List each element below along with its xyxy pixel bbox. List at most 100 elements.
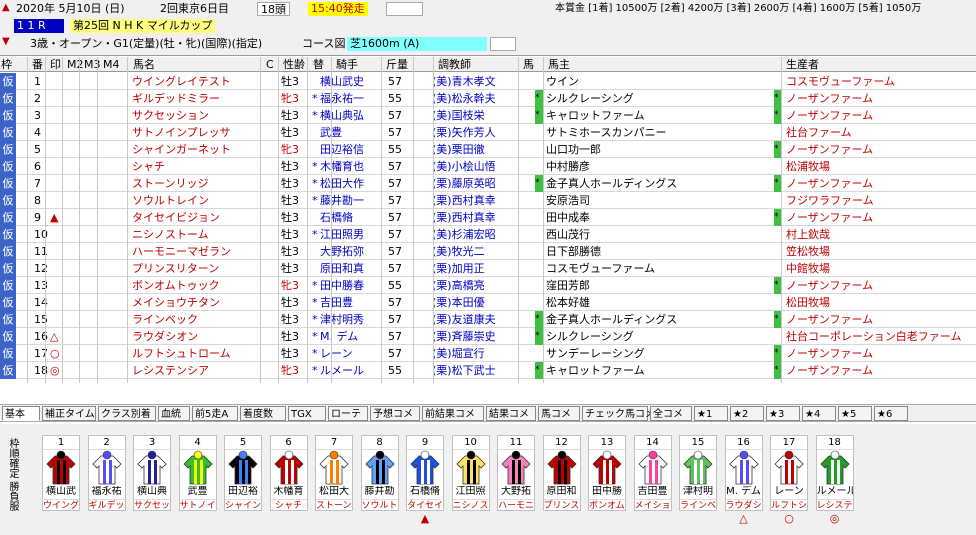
breeder[interactable]: 笠松牧場 [786, 243, 974, 260]
breeder[interactable]: ノーザンファーム [786, 345, 974, 362]
table-row[interactable]: 仮 2 ギルデッドミラー 牝3 * 福永祐一 55 (美)松永幹夫 * シルクレーシング * ノーザン… [0, 90, 976, 107]
tab-5[interactable]: 着度数 [240, 406, 286, 421]
column-header[interactable]: 調教師 [438, 57, 522, 72]
jockey-name[interactable]: 藤井勘一 [320, 192, 380, 209]
silk-card[interactable]: 4 武豊サトノイン [178, 435, 217, 511]
breeder[interactable]: ノーザンファーム [786, 362, 974, 379]
jockey-name[interactable]: 木幡育也 [320, 158, 380, 175]
horse-name[interactable]: メイショウチタン [132, 294, 260, 311]
tab-15[interactable]: ★2 [730, 406, 764, 421]
frame-cell[interactable]: 仮 [0, 107, 16, 124]
tab-17[interactable]: ★4 [802, 406, 836, 421]
breeder[interactable]: ノーザンファーム [786, 277, 974, 294]
trainer[interactable]: (美)松永幹夫 [432, 90, 520, 107]
silk-card[interactable]: 3 横山典サクセッシ [133, 435, 171, 511]
table-row[interactable]: 仮 7 ストーンリッジ 牡3 * 松田大作 57 (栗)藤原英昭 * 金子真人ホールディングス * ノ… [0, 175, 976, 192]
breeder[interactable]: ノーザンファーム [786, 107, 974, 124]
trainer[interactable]: (栗)高橋亮 [432, 277, 520, 294]
trainer[interactable]: (栗)西村真幸 [432, 192, 520, 209]
silk-card[interactable]: 15 津村明ラインベッ [679, 435, 717, 511]
frame-cell[interactable]: 仮 [0, 277, 16, 294]
table-row[interactable]: 仮 8 ソウルトレイン 牡3 * 藤井勘一 57 (栗)西村真幸 安原浩司 フジワラファーム [0, 192, 976, 209]
breeder[interactable]: ノーザンファーム [786, 175, 974, 192]
trainer[interactable]: (美)国枝栄 [432, 107, 520, 124]
silk-card[interactable]: 14 吉田豊メイショウ [633, 435, 672, 511]
silk-card[interactable]: 11 大野拓ハーモニー [497, 435, 535, 511]
owner[interactable]: 中村勝彦 [546, 158, 780, 175]
tab-12[interactable]: チェック馬コメ [582, 406, 655, 421]
tab-6[interactable]: TGX [288, 406, 326, 421]
column-header[interactable]: M3 [84, 57, 101, 72]
table-row[interactable]: 仮 13 ボンオムトゥック 牝3 * 田中勝春 55 (栗)高橋亮 窪田芳郎 * ノーザンファーム [0, 277, 976, 294]
owner[interactable]: ウイン [546, 73, 780, 90]
frame-cell[interactable]: 仮 [0, 294, 16, 311]
horse-name[interactable]: レシステンシア [132, 362, 260, 379]
column-header[interactable]: 馬名 [133, 57, 263, 72]
tab-14[interactable]: ★1 [694, 406, 728, 421]
owner[interactable]: 松本好雄 [546, 294, 780, 311]
table-row[interactable]: 仮 17 ○ ルフトシュトローム 牡3 * レーン 57 (美)堀宣行 サンデーレーシング * ノーザ… [0, 345, 976, 362]
table-row[interactable]: 仮 6 シャチ 牡3 * 木幡育也 57 (美)小桧山悟 中村勝彦 松浦牧場 [0, 158, 976, 175]
frame-cell[interactable]: 仮 [0, 141, 16, 158]
silk-card[interactable]: 2 福永祐ギルデッド [87, 435, 126, 511]
breeder[interactable]: ノーザンファーム [786, 209, 974, 226]
trainer[interactable]: (美)栗田徹 [432, 141, 520, 158]
owner[interactable]: 日下部勝德 [546, 243, 780, 260]
frame-cell[interactable]: 仮 [0, 243, 16, 260]
table-row[interactable]: 仮 3 サクセッション 牡3 * 横山典弘 57 (美)国枝栄 * キャロットファーム * ノーザンフ… [0, 107, 976, 124]
frame-cell[interactable]: 仮 [0, 73, 16, 90]
horse-name[interactable]: プリンスリターン [132, 260, 260, 277]
tab-0[interactable]: 基本 [2, 406, 40, 421]
breeder[interactable]: 社台ファーム [786, 124, 974, 141]
breeder[interactable]: 社台コーポレーション白老ファーム [786, 328, 974, 345]
tab-11[interactable]: 馬コメ [538, 406, 580, 421]
jockey-name[interactable]: レーン [320, 345, 380, 362]
jockey-name[interactable]: 原田和真 [320, 260, 380, 277]
tab-4[interactable]: 前5走A [192, 406, 238, 421]
jockey-name[interactable]: 松田大作 [320, 175, 380, 192]
table-row[interactable]: 仮 14 メイショウチタン 牡3 * 吉田豊 57 (栗)本田優 松本好雄 松田牧場 [0, 294, 976, 311]
owner[interactable]: 窪田芳郎 [546, 277, 780, 294]
breeder[interactable]: ノーザンファーム [786, 90, 974, 107]
silk-card[interactable]: 10 江田照ニシノスト [451, 435, 490, 511]
jockey-name[interactable]: 石橋脩 [320, 209, 380, 226]
trainer[interactable]: (美)杉浦宏昭 [432, 226, 520, 243]
breeder[interactable]: 村上欽哉 [786, 226, 974, 243]
jockey-name[interactable]: 福永祐一 [320, 90, 380, 107]
horse-name[interactable]: シャインガーネット [132, 141, 260, 158]
table-row[interactable]: 仮 9 ▲ タイセイビジョン 牡3 石橋脩 57 (栗)西村真幸 田中成奉 * ノーザンファーム [0, 209, 976, 226]
tab-3[interactable]: 血統 [158, 406, 190, 421]
owner[interactable]: 金子真人ホールディングス [546, 311, 780, 328]
tab-1[interactable]: 補正タイム [42, 406, 96, 421]
horse-name[interactable]: ラウダシオン [132, 328, 260, 345]
owner[interactable]: 金子真人ホールディングス [546, 175, 780, 192]
jockey-name[interactable]: 津村明秀 [320, 311, 380, 328]
frame-cell[interactable]: 仮 [0, 175, 16, 192]
trainer[interactable]: (美)小桧山悟 [432, 158, 520, 175]
next-race-arrow-icon[interactable]: ▼ [2, 36, 10, 48]
table-row[interactable]: 仮 1 ウイングレイテスト 牡3 横山武史 57 (美)青木孝文 ウイン コスモヴューファーム [0, 73, 976, 90]
tab-16[interactable]: ★3 [766, 406, 800, 421]
jockey-name[interactable]: 田辺裕信 [320, 141, 380, 158]
table-row[interactable]: 仮 12 プリンスリターン 牡3 原田和真 57 (栗)加用正 コスモヴューファーム 中館牧場 [0, 260, 976, 277]
silk-card[interactable]: 12 原田和プリンスリ [542, 435, 581, 511]
breeder[interactable]: コスモヴューファーム [786, 73, 974, 90]
silk-card[interactable]: 18 ルメールレシステン [815, 435, 854, 511]
frame-cell[interactable]: 仮 [0, 311, 16, 328]
horse-name[interactable]: ソウルトレイン [132, 192, 260, 209]
column-header[interactable]: 馬主 [548, 57, 783, 72]
owner[interactable]: サトミホースカンパニー [546, 124, 780, 141]
breeder[interactable]: ノーザンファーム [786, 311, 974, 328]
frame-cell[interactable]: 仮 [0, 192, 16, 209]
frame-cell[interactable]: 仮 [0, 226, 16, 243]
owner[interactable]: 西山茂行 [546, 226, 780, 243]
silk-card[interactable]: 7 松田大ストーンリ [315, 435, 353, 511]
silk-card[interactable]: 8 藤井勘ソウルトレ [360, 435, 399, 511]
column-header[interactable]: M4 [103, 57, 130, 72]
horse-name[interactable]: ハーモニーマゼラン [132, 243, 260, 260]
course-map-label[interactable]: コース図 [302, 37, 345, 51]
trainer[interactable]: (栗)加用正 [432, 260, 520, 277]
jockey-name[interactable]: M. デム [320, 328, 380, 345]
breeder[interactable]: 松田牧場 [786, 294, 974, 311]
table-row[interactable]: 仮 16 △ ラウダシオン 牡3 * M. デム 57 (栗)斉藤崇史 * シルクレーシング 社台コー… [0, 328, 976, 345]
